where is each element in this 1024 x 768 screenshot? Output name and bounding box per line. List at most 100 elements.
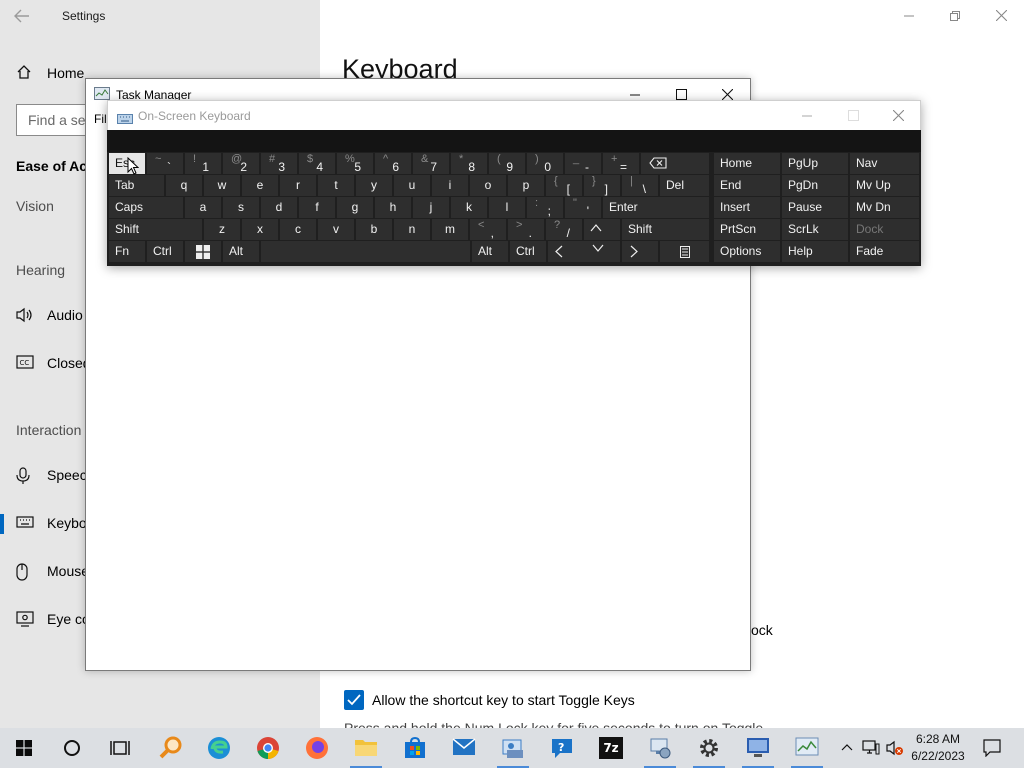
key-pause[interactable]: Pause xyxy=(782,197,848,218)
key-6[interactable]: ^ 6 xyxy=(375,153,411,174)
key-end[interactable]: End xyxy=(714,175,780,196)
key-space[interactable] xyxy=(261,241,470,262)
taskbar-7zip[interactable]: 7z xyxy=(587,728,635,768)
key-right-bracket[interactable]: }] xyxy=(584,175,620,196)
key-left-shift[interactable]: Shift xyxy=(109,219,202,240)
key-left-alt[interactable]: Alt xyxy=(223,241,259,262)
key-mv-dn[interactable]: Mv Dn xyxy=(850,197,919,218)
key-prtscn[interactable]: PrtScn xyxy=(714,219,780,240)
key-equals[interactable]: + = xyxy=(603,153,639,174)
key-k[interactable]: k xyxy=(451,197,487,218)
key-w[interactable]: w xyxy=(204,175,240,196)
key-5[interactable]: % 5 xyxy=(337,153,373,174)
key-b[interactable]: b xyxy=(356,219,392,240)
key-x[interactable]: x xyxy=(242,219,278,240)
taskbar-get-help[interactable]: ? xyxy=(538,728,586,768)
key-n[interactable]: n xyxy=(394,219,430,240)
key-q[interactable]: q xyxy=(166,175,202,196)
key-semicolon[interactable]: :; xyxy=(527,197,563,218)
key-e[interactable]: e xyxy=(242,175,278,196)
key-p[interactable]: p xyxy=(508,175,544,196)
key-4[interactable]: $4 xyxy=(299,153,335,174)
key-c[interactable]: c xyxy=(280,219,316,240)
taskbar-settings[interactable] xyxy=(685,728,733,768)
key-f[interactable]: f xyxy=(299,197,335,218)
key-i[interactable]: i xyxy=(432,175,468,196)
network-tray-button[interactable] xyxy=(860,728,882,768)
key-3[interactable]: #3 xyxy=(261,153,297,174)
osk-minimize-button[interactable] xyxy=(784,105,830,127)
key-grave[interactable]: ~ ` xyxy=(147,153,183,174)
settings-close-button[interactable] xyxy=(978,0,1024,32)
key-a[interactable]: a xyxy=(185,197,221,218)
key-windows[interactable] xyxy=(185,241,221,262)
key-enter[interactable]: Enter xyxy=(603,197,709,218)
key-insert[interactable]: Insert xyxy=(714,197,780,218)
key-context-menu[interactable] xyxy=(660,241,709,262)
key-period[interactable]: >. xyxy=(508,219,544,240)
key-options[interactable]: Options xyxy=(714,241,780,262)
key-slash[interactable]: ? / xyxy=(546,219,582,240)
taskbar-chrome[interactable] xyxy=(244,728,292,768)
key-m[interactable]: m xyxy=(432,219,468,240)
key-left-ctrl[interactable]: Ctrl xyxy=(147,241,183,262)
action-center-button[interactable] xyxy=(978,728,1006,768)
key-v[interactable]: v xyxy=(318,219,354,240)
start-button[interactable] xyxy=(0,728,48,768)
key-y[interactable]: y xyxy=(356,175,392,196)
taskbar-edge[interactable] xyxy=(195,728,243,768)
key-esc[interactable]: Esc xyxy=(109,153,145,175)
key-left-bracket[interactable]: {[ xyxy=(546,175,582,196)
key-0[interactable]: ) 0 xyxy=(527,153,563,174)
taskbar-search-app[interactable] xyxy=(146,728,194,768)
key-scrlk[interactable]: ScrLk xyxy=(782,219,848,240)
taskbar-firefox[interactable] xyxy=(293,728,341,768)
key-arrow-left[interactable] xyxy=(548,241,584,262)
key-arrow-down[interactable] xyxy=(584,241,620,262)
key-9[interactable]: (9 xyxy=(489,153,525,174)
settings-restore-button[interactable] xyxy=(932,0,978,32)
key-z[interactable]: z xyxy=(204,219,240,240)
key-quote[interactable]: " ' xyxy=(565,197,601,218)
key-mv-up[interactable]: Mv Up xyxy=(850,175,919,196)
back-arrow-icon[interactable] xyxy=(14,6,36,28)
taskbar-task-manager[interactable] xyxy=(783,728,831,768)
key-l[interactable]: l xyxy=(489,197,525,218)
taskbar-store[interactable] xyxy=(391,728,439,768)
key-h[interactable]: h xyxy=(375,197,411,218)
key-o[interactable]: o xyxy=(470,175,506,196)
taskbar-remote-app[interactable] xyxy=(734,728,782,768)
key-right-ctrl[interactable]: Ctrl xyxy=(510,241,546,262)
key-del[interactable]: Del xyxy=(660,175,709,196)
key-d[interactable]: d xyxy=(261,197,297,218)
taskbar-control-panel[interactable] xyxy=(489,728,537,768)
key-help[interactable]: Help xyxy=(782,241,848,262)
key-pgdn[interactable]: PgDn xyxy=(782,175,848,196)
key-backslash[interactable]: | \ xyxy=(622,175,658,196)
taskbar-file-explorer[interactable] xyxy=(342,728,390,768)
key-comma[interactable]: <, xyxy=(470,219,506,240)
key-r[interactable]: r xyxy=(280,175,316,196)
key-right-alt[interactable]: Alt xyxy=(472,241,508,262)
cortana-button[interactable] xyxy=(48,728,96,768)
key-arrow-right[interactable] xyxy=(622,241,658,262)
toggle-keys-checkbox[interactable] xyxy=(344,690,364,710)
show-hidden-icons-button[interactable] xyxy=(838,728,856,768)
key-j[interactable]: j xyxy=(413,197,449,218)
key-caps[interactable]: Caps xyxy=(109,197,183,218)
taskbar-clock[interactable]: 6:28 AM 6/22/2023 xyxy=(906,731,970,765)
key-t[interactable]: t xyxy=(318,175,354,196)
task-view-button[interactable] xyxy=(96,728,144,768)
key-fade[interactable]: Fade xyxy=(850,241,919,262)
key-1[interactable]: ! 1 xyxy=(185,153,221,174)
key-2[interactable]: @2 xyxy=(223,153,259,174)
key-home[interactable]: Home xyxy=(714,153,780,174)
key-8[interactable]: * 8 xyxy=(451,153,487,174)
key-7[interactable]: & 7 xyxy=(413,153,449,174)
key-backspace[interactable] xyxy=(641,153,709,174)
key-s[interactable]: s xyxy=(223,197,259,218)
key-right-shift[interactable]: Shift xyxy=(622,219,709,240)
key-nav[interactable]: Nav xyxy=(850,153,919,174)
key-arrow-up[interactable] xyxy=(584,219,620,240)
key-g[interactable]: g xyxy=(337,197,373,218)
